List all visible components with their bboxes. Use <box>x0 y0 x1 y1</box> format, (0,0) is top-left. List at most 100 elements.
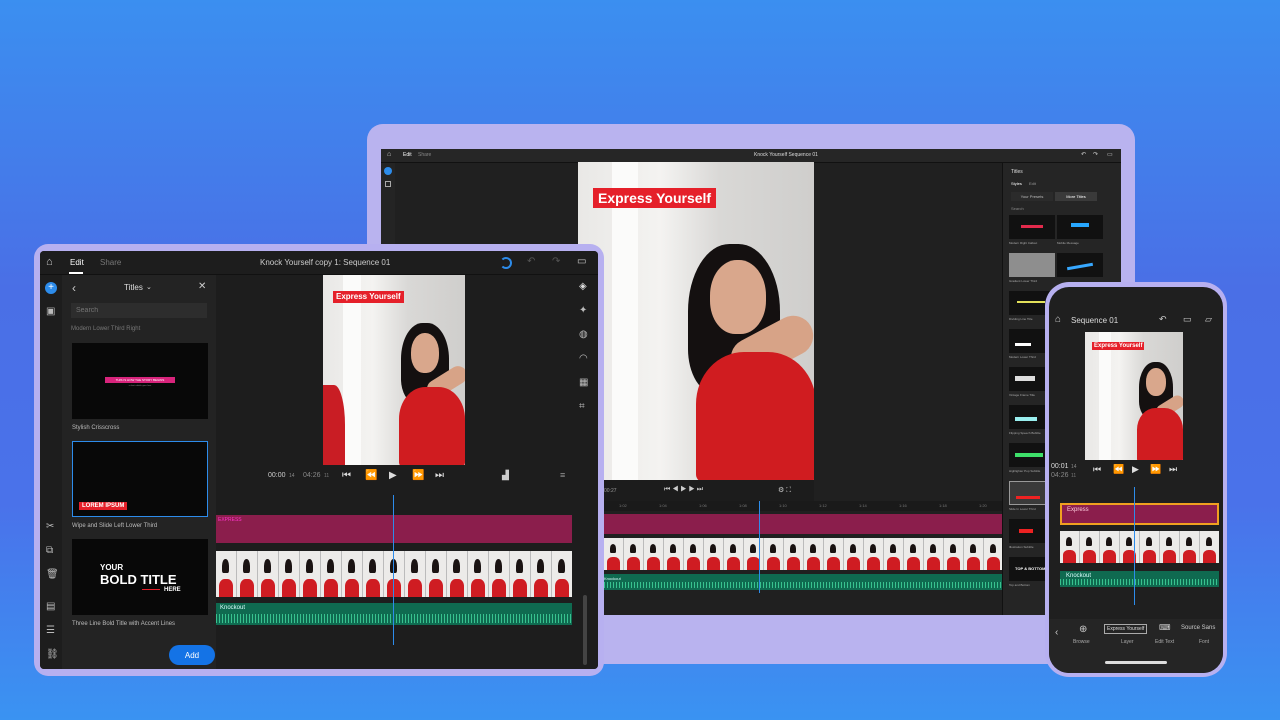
add-media-icon[interactable]: + <box>45 282 57 294</box>
step-back-icon[interactable]: ⏪ <box>1113 464 1124 475</box>
panel-tab-edit[interactable]: Edit <box>1029 181 1036 186</box>
add-media-icon[interactable] <box>384 167 392 175</box>
template-thumb[interactable] <box>1009 253 1055 277</box>
tab-underline <box>69 272 83 274</box>
home-indicator[interactable] <box>1105 661 1167 664</box>
menu-icon[interactable]: ≡ <box>560 470 565 480</box>
speed-icon[interactable]: ◠ <box>579 353 588 364</box>
play-icon[interactable]: ▶ <box>1132 464 1139 475</box>
template-label: Vintage Frame Title <box>1009 393 1035 397</box>
transform-icon[interactable]: ▦ <box>579 377 588 388</box>
edit-text-label[interactable]: Edit Text <box>1155 639 1174 645</box>
step-forward-icon[interactable]: ⏩ <box>1150 464 1161 475</box>
title-track-clip[interactable]: Express <box>1060 503 1219 525</box>
your-presets-tab[interactable]: Your Presets <box>1011 192 1053 201</box>
video-track-clip[interactable] <box>216 551 572 597</box>
title-overlay[interactable]: Express Yourself <box>333 291 404 303</box>
playhead[interactable] <box>393 495 394 645</box>
search-input[interactable]: Search <box>1011 206 1024 211</box>
add-button[interactable]: Add <box>169 645 215 665</box>
window-title: Knock Yourself Sequence 01 <box>754 152 818 158</box>
title-track-clip[interactable]: EXPRESS <box>216 515 572 543</box>
template-label: Modern Right Callout <box>1009 241 1038 245</box>
title-overlay[interactable]: Express Yourself <box>593 188 717 208</box>
step-back-icon[interactable]: ⏮ ◀ ▶ ▶ ⏭ <box>664 486 703 494</box>
step-forward-icon[interactable]: ⏩ <box>412 470 424 481</box>
title-track-clip[interactable] <box>579 514 1002 534</box>
chevron-down-icon[interactable]: ⌄ <box>146 283 152 291</box>
go-to-end-icon[interactable]: ⏭ <box>1169 464 1177 475</box>
play-icon[interactable]: ▶ <box>389 470 397 481</box>
duplicate-icon[interactable]: ⧉ <box>46 545 53 556</box>
go-to-end-icon[interactable]: ⏭ <box>435 470 444 481</box>
undo-icon[interactable]: ↶ <box>1159 314 1167 325</box>
tracks-icon[interactable]: ▤ <box>46 601 55 612</box>
template-thumb-crisscross[interactable]: THIS IS HOW THE STORY BEGINS a short sub… <box>72 343 208 419</box>
media-icon[interactable]: ▣ <box>46 306 55 317</box>
back-chevron-icon[interactable]: ‹ <box>72 281 76 295</box>
scissors-icon[interactable]: ✂ <box>46 521 54 532</box>
home-icon[interactable]: ⌂ <box>1055 314 1061 325</box>
video-track-clip[interactable] <box>604 538 1002 570</box>
timeline-scrollbar[interactable] <box>583 595 587 665</box>
go-to-start-icon[interactable]: ⏮ <box>342 470 351 481</box>
comment-icon[interactable]: ▭ <box>1107 151 1113 158</box>
layer-value[interactable]: Express Yourself <box>1104 624 1148 634</box>
font-value[interactable]: Source Sans <box>1181 625 1215 631</box>
tab-edit[interactable]: Edit <box>70 258 84 267</box>
tab-share[interactable]: Share <box>418 152 431 158</box>
more-titles-tab[interactable]: More Titles <box>1055 192 1097 201</box>
media-icon[interactable] <box>385 181 391 187</box>
redo-icon[interactable]: ↷ <box>1093 151 1098 158</box>
audio-track-clip[interactable]: Knockout <box>216 603 572 625</box>
redo-icon[interactable]: ↷ <box>552 256 560 267</box>
home-icon[interactable]: ⌂ <box>46 256 53 268</box>
template-thumb-bold-title[interactable]: YOUR BOLD TITLE HERE <box>72 539 208 615</box>
search-input[interactable] <box>71 303 207 318</box>
title-overlay[interactable]: Express Yourself <box>1092 342 1145 350</box>
playhead[interactable] <box>759 501 760 593</box>
go-to-start-icon[interactable]: ⏮ <box>1093 464 1101 475</box>
back-chevron-icon[interactable]: ‹ <box>1055 627 1058 638</box>
undo-icon[interactable]: ↶ <box>1081 151 1086 158</box>
link-icon[interactable]: ⛓ <box>46 649 59 660</box>
volume-meter-icon[interactable]: ▟ <box>502 470 509 481</box>
video-track-clip[interactable] <box>1060 531 1219 563</box>
template-thumb[interactable] <box>1057 215 1103 239</box>
keyboard-icon[interactable]: ⌨ <box>1159 623 1171 632</box>
crop-icon[interactable]: ⌗ <box>579 401 585 412</box>
audio-track-clip[interactable]: Knockout <box>1060 571 1219 587</box>
shapes-icon[interactable]: ◈ <box>579 281 587 292</box>
comment-icon[interactable]: ▱ <box>1205 314 1212 325</box>
list-icon[interactable]: ☰ <box>46 625 55 636</box>
browse-icon[interactable]: ⊕ <box>1079 624 1087 635</box>
template-thumb-wipe-slide[interactable]: LOREM IPSUM <box>72 441 208 517</box>
panel-tab-styles[interactable]: Styles <box>1011 181 1022 186</box>
close-icon[interactable]: ✕ <box>198 281 206 292</box>
step-back-icon[interactable]: ⏪ <box>365 470 377 481</box>
comment-icon[interactable]: ▭ <box>577 256 586 267</box>
effects-icon[interactable]: ✦ <box>579 305 587 316</box>
current-time: 00:01 <box>1051 463 1069 470</box>
sequence-title: Sequence 01 <box>1071 316 1119 325</box>
browse-label[interactable]: Browse <box>1073 639 1090 645</box>
undo-icon[interactable]: ↶ <box>527 256 535 267</box>
template-thumb[interactable] <box>1057 253 1103 277</box>
phone-screen: ⌂ Sequence 01 ↶ ▭ ▱ Express Yourself 00:… <box>1049 287 1223 673</box>
template-thumb[interactable] <box>1009 215 1055 239</box>
template-text: LOREM IPSUM <box>79 502 128 510</box>
color-icon[interactable]: ◍ <box>579 329 588 340</box>
audio-track-clip[interactable]: Knockout <box>604 574 1002 590</box>
phone-top-bar: ⌂ Sequence 01 ↶ ▭ ▱ <box>1049 309 1223 333</box>
ruler-tick: 1:20 <box>979 503 987 508</box>
tablet-screen: ⌂ Edit Share Knock Yourself copy 1: Sequ… <box>40 251 598 669</box>
template-label-cut: Modern Lower Third Right <box>71 326 141 332</box>
tab-edit[interactable]: Edit <box>403 152 412 158</box>
export-icon[interactable]: ▭ <box>1183 314 1192 325</box>
settings-icon[interactable]: ⚙ ⛶ <box>778 486 791 495</box>
delete-icon[interactable]: 🗑 <box>46 569 59 580</box>
tab-share[interactable]: Share <box>100 258 121 267</box>
playhead[interactable] <box>1134 487 1135 605</box>
template-text: BOLD TITLE <box>100 572 177 587</box>
home-icon[interactable]: ⌂ <box>387 151 391 158</box>
